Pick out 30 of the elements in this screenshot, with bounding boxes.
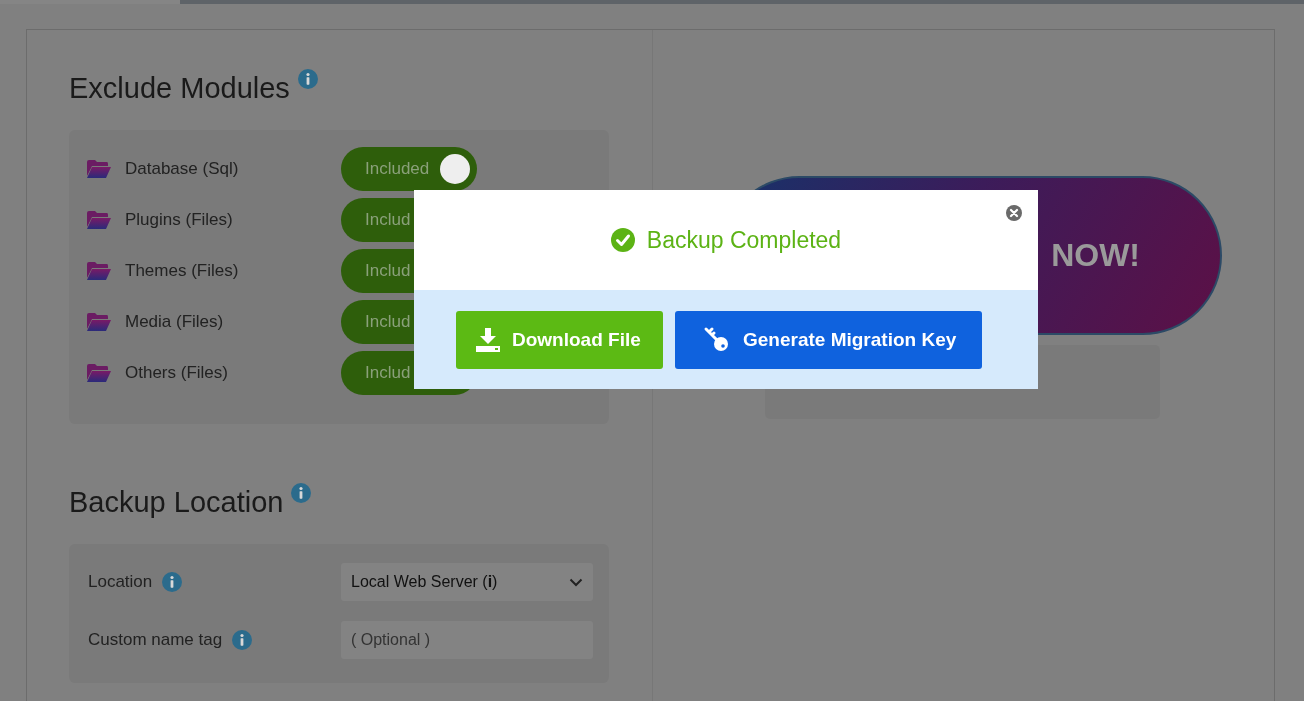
folder-icon [87, 211, 111, 229]
generate-key-button[interactable]: Generate Migration Key [675, 310, 982, 369]
folder-icon [87, 262, 111, 280]
name-tag-input[interactable]: ( Optional ) [341, 621, 593, 659]
info-icon[interactable] [297, 69, 318, 89]
field-label: Location [88, 572, 153, 592]
location-select[interactable]: Local Web Server (i) [341, 563, 593, 601]
field-label: Custom name tag [88, 630, 223, 650]
module-label: Media (Files) [125, 312, 224, 332]
folder-icon [87, 160, 111, 178]
module-label: Database (Sql) [125, 159, 239, 179]
info-icon[interactable] [162, 572, 183, 592]
chevron-down-icon [569, 577, 583, 587]
info-icon[interactable] [291, 483, 312, 503]
folder-icon [87, 364, 111, 382]
section-heading: Backup Location [69, 486, 284, 519]
close-icon[interactable] [1006, 205, 1022, 221]
download-icon [476, 327, 500, 352]
folder-icon [87, 313, 111, 331]
dialog-title: Backup Completed [646, 226, 842, 254]
module-label: Others (Files) [125, 363, 228, 383]
toggle-knob [440, 154, 470, 184]
module-label: Plugins (Files) [125, 210, 233, 230]
key-icon [703, 325, 731, 354]
section-heading: Exclude Modules [69, 72, 290, 105]
download-button[interactable]: Download File [456, 310, 663, 369]
toggle-switch[interactable]: Included [341, 147, 477, 191]
check-circle-icon [610, 228, 635, 252]
info-icon[interactable] [232, 630, 253, 650]
module-label: Themes (Files) [125, 261, 239, 281]
